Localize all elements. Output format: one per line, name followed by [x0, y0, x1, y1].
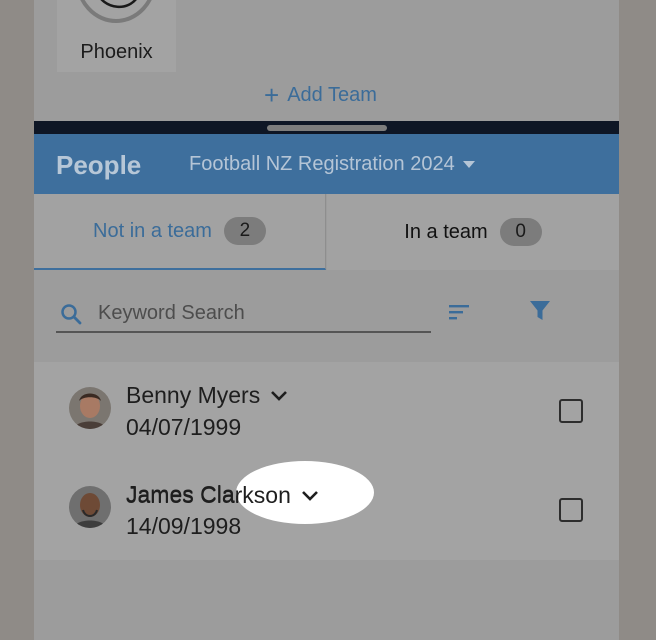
chevron-down-icon[interactable]	[301, 490, 319, 502]
filter-icon[interactable]	[529, 299, 551, 323]
drag-handle[interactable]	[267, 125, 387, 131]
tab-label: Not in a team	[93, 219, 212, 242]
person-dob: 04/07/1999	[126, 414, 242, 440]
team-logo-icon	[80, 0, 152, 23]
caret-down-icon	[462, 161, 475, 168]
season-dropdown-value: Football NZ Registration 2024	[189, 153, 455, 175]
panel-divider	[34, 121, 619, 134]
count-badge: 0	[499, 218, 542, 246]
plus-icon: +	[264, 80, 280, 110]
tab-in-a-team[interactable]: In a team 0	[327, 194, 619, 270]
person-dob: 14/09/1998	[126, 513, 242, 539]
list-item[interactable]: Benny Myers 04/07/1999	[34, 362, 619, 461]
chevron-down-icon[interactable]	[270, 390, 288, 402]
person-name-text: Benny Myers	[126, 382, 261, 408]
people-list: Benny Myers 04/07/1999 James Clarkson 14…	[34, 362, 619, 560]
search-icon	[61, 304, 82, 325]
page-title: People	[56, 150, 142, 180]
count-badge: 2	[223, 217, 266, 245]
tab-label: In a team	[404, 220, 488, 243]
select-checkbox[interactable]	[559, 498, 583, 522]
person-name: Benny Myers	[126, 382, 288, 409]
team-card-phoenix[interactable]: Phoenix	[57, 0, 176, 72]
search-field[interactable]	[56, 295, 431, 333]
tab-not-in-a-team[interactable]: Not in a team 2	[34, 194, 326, 270]
season-dropdown[interactable]: Football NZ Registration 2024	[189, 153, 475, 176]
sort-icon[interactable]	[447, 302, 471, 322]
select-checkbox[interactable]	[559, 399, 583, 423]
add-team-button[interactable]: + Add Team	[264, 82, 377, 108]
avatar	[69, 486, 111, 528]
team-name: Phoenix	[80, 41, 153, 63]
search-input[interactable]	[98, 299, 418, 327]
add-team-label: Add Team	[287, 83, 377, 106]
people-header: People Football NZ Registration 2024	[34, 134, 619, 194]
avatar	[69, 387, 111, 429]
app-frame: Phoenix + Add Team People Football NZ Re…	[34, 0, 619, 640]
